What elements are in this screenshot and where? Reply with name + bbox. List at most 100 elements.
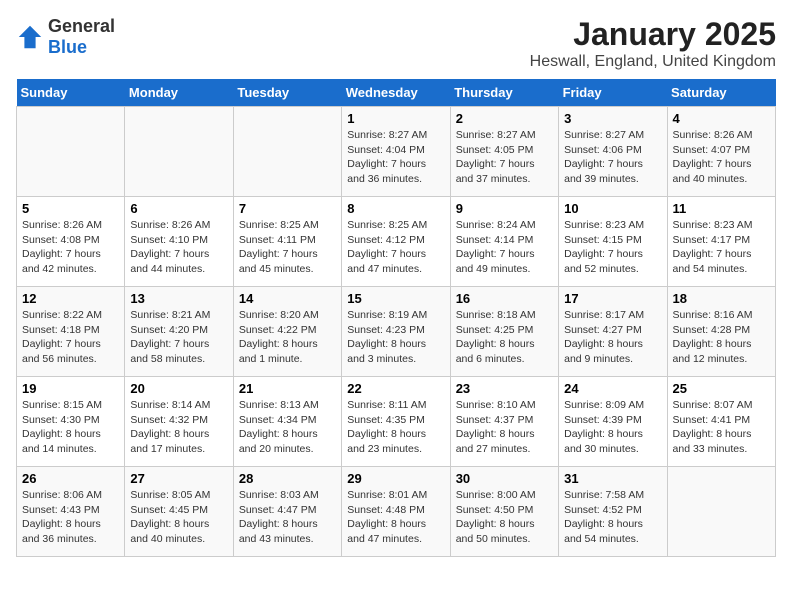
calendar-cell: 8Sunrise: 8:25 AMSunset: 4:12 PMDaylight… (342, 197, 450, 287)
calendar-cell: 18 Sunrise: 8:16 AMSunset: 4:28 PMDayligh… (667, 287, 775, 377)
day-number: 4 (673, 111, 770, 126)
calendar-cell: 5Sunrise: 8:26 AMSunset: 4:08 PMDaylight… (17, 197, 125, 287)
calendar-cell: 6 Sunrise: 8:26 AMSunset: 4:10 PMDaylight… (125, 197, 233, 287)
weekday-header-thursday: Thursday (450, 79, 558, 107)
calendar-cell: 19 Sunrise: 8:15 AMSunset: 4:30 PMDayligh… (17, 377, 125, 467)
calendar-cell: 17 Sunrise: 8:17 AMSunset: 4:27 PMDayligh… (559, 287, 667, 377)
day-info: Sunrise: 8:24 AMSunset: 4:14 PMDaylight:… (456, 219, 536, 275)
calendar-cell: 3Sunrise: 8:27 AMSunset: 4:06 PMDaylight… (559, 107, 667, 197)
main-title: January 2025 (530, 16, 776, 53)
day-info: Sunrise: 8:26 AMSunset: 4:07 PMDaylight:… (673, 129, 753, 185)
day-number: 17 (564, 291, 661, 306)
day-info: Sunrise: 8:14 AMSunset: 4:32 PMDaylight:… (130, 399, 210, 455)
day-number: 27 (130, 471, 227, 486)
calendar-cell: 16 Sunrise: 8:18 AMSunset: 4:25 PMDayligh… (450, 287, 558, 377)
calendar-cell: 28 Sunrise: 8:03 AMSunset: 4:47 PMDayligh… (233, 467, 341, 557)
day-info: Sunrise: 8:00 AMSunset: 4:50 PMDaylight:… (456, 489, 536, 545)
day-info: Sunrise: 8:23 AMSunset: 4:15 PMDaylight:… (564, 219, 644, 275)
calendar-cell (233, 107, 341, 197)
day-info: Sunrise: 8:16 AMSunset: 4:28 PMDaylight:… (673, 309, 753, 365)
day-number: 18 (673, 291, 770, 306)
day-info: Sunrise: 8:18 AMSunset: 4:25 PMDaylight:… (456, 309, 536, 365)
day-info: Sunrise: 8:10 AMSunset: 4:37 PMDaylight:… (456, 399, 536, 455)
day-number: 6 (130, 201, 227, 216)
calendar-table: SundayMondayTuesdayWednesdayThursdayFrid… (16, 79, 776, 557)
day-number: 10 (564, 201, 661, 216)
calendar-cell: 12 Sunrise: 8:22 AMSunset: 4:18 PMDayligh… (17, 287, 125, 377)
logo-icon (16, 23, 44, 51)
calendar-cell: 14Sunrise: 8:20 AMSunset: 4:22 PMDayligh… (233, 287, 341, 377)
calendar-cell: 7Sunrise: 8:25 AMSunset: 4:11 PMDaylight… (233, 197, 341, 287)
logo: General Blue (16, 16, 115, 58)
day-number: 26 (22, 471, 119, 486)
day-info: Sunrise: 8:22 AMSunset: 4:18 PMDaylight:… (22, 309, 102, 365)
day-info: Sunrise: 8:01 AMSunset: 4:48 PMDaylight:… (347, 489, 427, 545)
day-number: 11 (673, 201, 770, 216)
day-info: Sunrise: 8:03 AMSunset: 4:47 PMDaylight:… (239, 489, 319, 545)
day-number: 15 (347, 291, 444, 306)
calendar-cell: 10 Sunrise: 8:23 AMSunset: 4:15 PMDayligh… (559, 197, 667, 287)
calendar-cell: 2 Sunrise: 8:27 AMSunset: 4:05 PMDaylight… (450, 107, 558, 197)
day-number: 8 (347, 201, 444, 216)
calendar-cell (667, 467, 775, 557)
calendar-cell: 24Sunrise: 8:09 AMSunset: 4:39 PMDayligh… (559, 377, 667, 467)
day-info: Sunrise: 8:07 AMSunset: 4:41 PMDaylight:… (673, 399, 753, 455)
weekday-header-tuesday: Tuesday (233, 79, 341, 107)
day-info: Sunrise: 8:13 AMSunset: 4:34 PMDaylight:… (239, 399, 319, 455)
day-number: 14 (239, 291, 336, 306)
logo-blue: Blue (48, 37, 87, 57)
weekday-header-wednesday: Wednesday (342, 79, 450, 107)
day-info: Sunrise: 8:26 AMSunset: 4:08 PMDaylight:… (22, 219, 102, 275)
day-number: 13 (130, 291, 227, 306)
logo-general: General (48, 16, 115, 36)
weekday-header-sunday: Sunday (17, 79, 125, 107)
day-number: 22 (347, 381, 444, 396)
day-number: 29 (347, 471, 444, 486)
calendar-cell: 11 Sunrise: 8:23 AMSunset: 4:17 PMDayligh… (667, 197, 775, 287)
day-number: 20 (130, 381, 227, 396)
day-info: Sunrise: 7:58 AMSunset: 4:52 PMDaylight:… (564, 489, 644, 545)
day-info: Sunrise: 8:15 AMSunset: 4:30 PMDaylight:… (22, 399, 102, 455)
page-header: General Blue January 2025 Heswall, Engla… (16, 16, 776, 71)
calendar-cell: 1Sunrise: 8:27 AMSunset: 4:04 PMDaylight… (342, 107, 450, 197)
day-info: Sunrise: 8:27 AMSunset: 4:05 PMDaylight:… (456, 129, 536, 185)
day-info: Sunrise: 8:25 AMSunset: 4:11 PMDaylight:… (239, 219, 319, 275)
day-number: 3 (564, 111, 661, 126)
day-info: Sunrise: 8:05 AMSunset: 4:45 PMDaylight:… (130, 489, 210, 545)
calendar-cell: 29 Sunrise: 8:01 AMSunset: 4:48 PMDayligh… (342, 467, 450, 557)
day-info: Sunrise: 8:17 AMSunset: 4:27 PMDaylight:… (564, 309, 644, 365)
day-info: Sunrise: 8:27 AMSunset: 4:04 PMDaylight:… (347, 129, 427, 185)
day-info: Sunrise: 8:06 AMSunset: 4:43 PMDaylight:… (22, 489, 102, 545)
calendar-cell: 9 Sunrise: 8:24 AMSunset: 4:14 PMDaylight… (450, 197, 558, 287)
calendar-cell: 23 Sunrise: 8:10 AMSunset: 4:37 PMDayligh… (450, 377, 558, 467)
weekday-header-row: SundayMondayTuesdayWednesdayThursdayFrid… (17, 79, 776, 107)
calendar-week-4: 19 Sunrise: 8:15 AMSunset: 4:30 PMDayligh… (17, 377, 776, 467)
calendar-cell: 13Sunrise: 8:21 AMSunset: 4:20 PMDayligh… (125, 287, 233, 377)
subtitle: Heswall, England, United Kingdom (530, 53, 776, 71)
calendar-week-3: 12 Sunrise: 8:22 AMSunset: 4:18 PMDayligh… (17, 287, 776, 377)
day-info: Sunrise: 8:09 AMSunset: 4:39 PMDaylight:… (564, 399, 644, 455)
calendar-week-2: 5Sunrise: 8:26 AMSunset: 4:08 PMDaylight… (17, 197, 776, 287)
day-number: 2 (456, 111, 553, 126)
day-number: 21 (239, 381, 336, 396)
day-number: 23 (456, 381, 553, 396)
day-info: Sunrise: 8:26 AMSunset: 4:10 PMDaylight:… (130, 219, 210, 275)
calendar-cell: 21 Sunrise: 8:13 AMSunset: 4:34 PMDayligh… (233, 377, 341, 467)
day-number: 28 (239, 471, 336, 486)
title-area: January 2025 Heswall, England, United Ki… (530, 16, 776, 71)
weekday-header-friday: Friday (559, 79, 667, 107)
calendar-cell: 20 Sunrise: 8:14 AMSunset: 4:32 PMDayligh… (125, 377, 233, 467)
day-number: 31 (564, 471, 661, 486)
day-number: 25 (673, 381, 770, 396)
day-number: 16 (456, 291, 553, 306)
day-info: Sunrise: 8:23 AMSunset: 4:17 PMDaylight:… (673, 219, 753, 275)
calendar-cell: 31 Sunrise: 7:58 AMSunset: 4:52 PMDayligh… (559, 467, 667, 557)
weekday-header-monday: Monday (125, 79, 233, 107)
day-number: 12 (22, 291, 119, 306)
day-number: 19 (22, 381, 119, 396)
day-number: 9 (456, 201, 553, 216)
calendar-cell: 25 Sunrise: 8:07 AMSunset: 4:41 PMDayligh… (667, 377, 775, 467)
weekday-header-saturday: Saturday (667, 79, 775, 107)
calendar-week-1: 1Sunrise: 8:27 AMSunset: 4:04 PMDaylight… (17, 107, 776, 197)
day-info: Sunrise: 8:11 AMSunset: 4:35 PMDaylight:… (347, 399, 426, 455)
